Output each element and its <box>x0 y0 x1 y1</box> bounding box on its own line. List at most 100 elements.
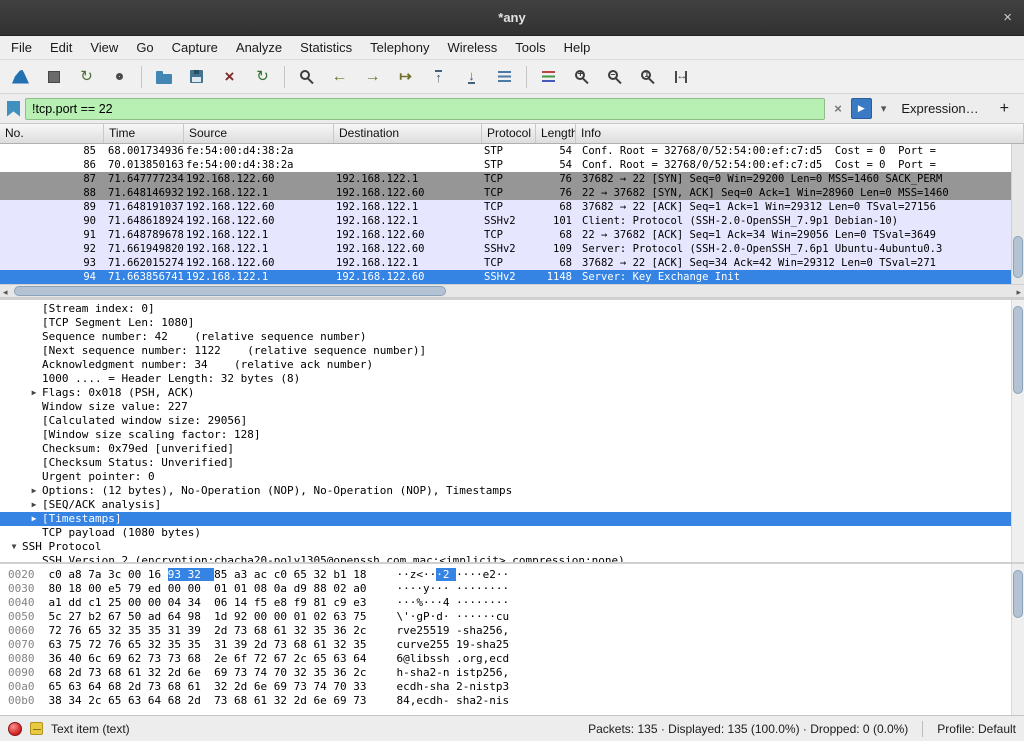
detail-line[interactable]: Checksum: 0x79ed [unverified] <box>0 442 1024 456</box>
find-packet-button[interactable] <box>292 64 321 90</box>
expander-icon[interactable]: ▶ <box>26 512 42 526</box>
scroll-right-icon[interactable] <box>1016 286 1021 298</box>
expression-button[interactable]: Expression… <box>895 101 984 116</box>
window-close-button[interactable]: × <box>1003 9 1012 27</box>
packet-list-horizontal-scrollbar[interactable] <box>0 284 1024 298</box>
add-filter-button[interactable]: + <box>990 100 1017 118</box>
packet-row[interactable]: 8670.013850163fe:54:00:d4:38:2aSTP54Conf… <box>0 158 1024 172</box>
column-header-no[interactable]: No. <box>0 124 104 143</box>
column-header-destination[interactable]: Destination <box>334 124 482 143</box>
menu-go[interactable]: Go <box>127 36 162 60</box>
packet-row[interactable]: 8971.648191037192.168.122.60192.168.122.… <box>0 200 1024 214</box>
colorize-packets-button[interactable] <box>534 64 563 90</box>
menu-help[interactable]: Help <box>555 36 600 60</box>
go-forward-button[interactable] <box>358 64 387 90</box>
auto-scroll-button[interactable] <box>490 64 519 90</box>
detail-line[interactable]: Sequence number: 42 (relative sequence n… <box>0 330 1024 344</box>
go-to-packet-button[interactable] <box>391 64 420 90</box>
expander-icon[interactable]: ▶ <box>26 386 42 400</box>
column-header-source[interactable]: Source <box>184 124 334 143</box>
detail-line[interactable]: TCP payload (1080 bytes) <box>0 526 1024 540</box>
scrollbar-thumb[interactable] <box>1013 570 1023 618</box>
detail-line[interactable]: ▶[Timestamps] <box>0 512 1024 526</box>
expander-icon[interactable]: ▶ <box>26 484 42 498</box>
scrollbar-thumb[interactable] <box>1013 236 1023 278</box>
detail-line[interactable]: [Next sequence number: 1122 (relative se… <box>0 344 1024 358</box>
filter-input[interactable]: !tcp.port == 22 <box>25 98 825 120</box>
menu-telephony[interactable]: Telephony <box>361 36 438 60</box>
expander-icon[interactable]: ▼ <box>6 540 22 554</box>
filter-dropdown-icon[interactable]: ▾ <box>877 102 891 115</box>
hex-row[interactable]: 003080 18 00 e5 79 ed 00 00 01 01 08 0a … <box>0 582 1024 596</box>
detail-line[interactable]: ▶[SEQ/ACK analysis] <box>0 498 1024 512</box>
detail-line[interactable]: 1000 .... = Header Length: 32 bytes (8) <box>0 372 1024 386</box>
packet-row[interactable]: 8771.647777234192.168.122.60192.168.122.… <box>0 172 1024 186</box>
packet-row[interactable]: 9371.662015274192.168.122.60192.168.122.… <box>0 256 1024 270</box>
detail-line[interactable]: ▼SSH Protocol <box>0 540 1024 554</box>
filter-bookmark-icon[interactable] <box>7 101 20 117</box>
menu-analyze[interactable]: Analyze <box>227 36 291 60</box>
packet-row[interactable]: 8568.001734936fe:54:00:d4:38:2aSTP54Conf… <box>0 144 1024 158</box>
packet-row[interactable]: 9071.648618924192.168.122.60192.168.122.… <box>0 214 1024 228</box>
detail-line[interactable]: Acknowledgment number: 34 (relative ack … <box>0 358 1024 372</box>
hex-row[interactable]: 0040a1 dd c1 25 00 00 04 34 06 14 f5 e8 … <box>0 596 1024 610</box>
start-capture-button[interactable] <box>6 64 35 90</box>
detail-line[interactable]: ▶Flags: 0x018 (PSH, ACK) <box>0 386 1024 400</box>
menu-wireless[interactable]: Wireless <box>438 36 506 60</box>
packet-row[interactable]: 9471.663856741192.168.122.1192.168.122.6… <box>0 270 1024 284</box>
resize-columns-button[interactable] <box>666 64 695 90</box>
detail-line[interactable]: [TCP Segment Len: 1080] <box>0 316 1024 330</box>
hex-row[interactable]: 007063 75 72 76 65 32 35 35 31 39 2d 73 … <box>0 638 1024 652</box>
zoom-100-button[interactable] <box>633 64 662 90</box>
profile-button[interactable]: Profile: Default <box>937 722 1016 736</box>
hex-row[interactable]: 006072 76 65 32 35 35 31 39 2d 73 68 61 … <box>0 624 1024 638</box>
column-header-protocol[interactable]: Protocol <box>482 124 536 143</box>
menu-statistics[interactable]: Statistics <box>291 36 361 60</box>
menu-tools[interactable]: Tools <box>506 36 554 60</box>
detail-line[interactable]: Window size value: 227 <box>0 400 1024 414</box>
reload-capture-file-button[interactable] <box>248 64 277 90</box>
capture-options-button[interactable] <box>105 64 134 90</box>
detail-line[interactable]: [Window size scaling factor: 128] <box>0 428 1024 442</box>
details-vertical-scrollbar[interactable] <box>1011 300 1024 562</box>
scrollbar-thumb[interactable] <box>14 286 446 296</box>
expert-info-icon[interactable] <box>8 722 22 736</box>
hex-row[interactable]: 00b038 34 2c 65 63 64 68 2d 73 68 61 32 … <box>0 694 1024 708</box>
detail-line[interactable]: SSH Version 2 (encryption:chacha20-poly1… <box>0 554 1024 562</box>
titlebar[interactable]: *any × <box>0 0 1024 36</box>
go-to-first-packet-button[interactable] <box>424 64 453 90</box>
menu-capture[interactable]: Capture <box>163 36 227 60</box>
filter-clear-icon[interactable]: × <box>830 101 846 116</box>
open-capture-file-button[interactable] <box>149 64 178 90</box>
hex-row[interactable]: 009068 2d 73 68 61 32 2d 6e 69 73 74 70 … <box>0 666 1024 680</box>
expander-icon[interactable]: ▶ <box>26 498 42 512</box>
detail-line[interactable]: [Calculated window size: 29056] <box>0 414 1024 428</box>
column-header-info[interactable]: Info <box>576 124 1024 143</box>
hex-row[interactable]: 00a065 63 64 68 2d 73 68 61 32 2d 6e 69 … <box>0 680 1024 694</box>
scrollbar-thumb[interactable] <box>1013 306 1023 394</box>
detail-line[interactable]: [Checksum Status: Unverified] <box>0 456 1024 470</box>
hex-row[interactable]: 008036 40 6c 69 62 73 73 68 2e 6f 72 67 … <box>0 652 1024 666</box>
zoom-in-button[interactable] <box>567 64 596 90</box>
packet-row[interactable]: 8871.648146932192.168.122.1192.168.122.6… <box>0 186 1024 200</box>
menu-view[interactable]: View <box>81 36 127 60</box>
capture-comment-icon[interactable] <box>30 722 43 735</box>
menu-edit[interactable]: Edit <box>41 36 81 60</box>
packet-list-vertical-scrollbar[interactable] <box>1011 144 1024 284</box>
go-back-button[interactable] <box>325 64 354 90</box>
menu-file[interactable]: File <box>2 36 41 60</box>
hex-vertical-scrollbar[interactable] <box>1011 564 1024 715</box>
filter-apply-button[interactable]: ▶ <box>851 98 872 119</box>
column-header-time[interactable]: Time <box>104 124 184 143</box>
save-capture-file-button[interactable] <box>182 64 211 90</box>
restart-capture-button[interactable] <box>72 64 101 90</box>
packet-row[interactable]: 9271.661949820192.168.122.1192.168.122.6… <box>0 242 1024 256</box>
close-capture-file-button[interactable] <box>215 64 244 90</box>
detail-line[interactable]: Urgent pointer: 0 <box>0 470 1024 484</box>
detail-line[interactable]: [Stream index: 0] <box>0 302 1024 316</box>
column-header-length[interactable]: Length <box>536 124 576 143</box>
detail-line[interactable]: ▶Options: (12 bytes), No-Operation (NOP)… <box>0 484 1024 498</box>
go-to-last-packet-button[interactable] <box>457 64 486 90</box>
packet-row[interactable]: 9171.648789678192.168.122.1192.168.122.6… <box>0 228 1024 242</box>
hex-row[interactable]: 0020c0 a8 7a 3c 00 16 93 32 85 a3 ac c0 … <box>0 568 1024 582</box>
